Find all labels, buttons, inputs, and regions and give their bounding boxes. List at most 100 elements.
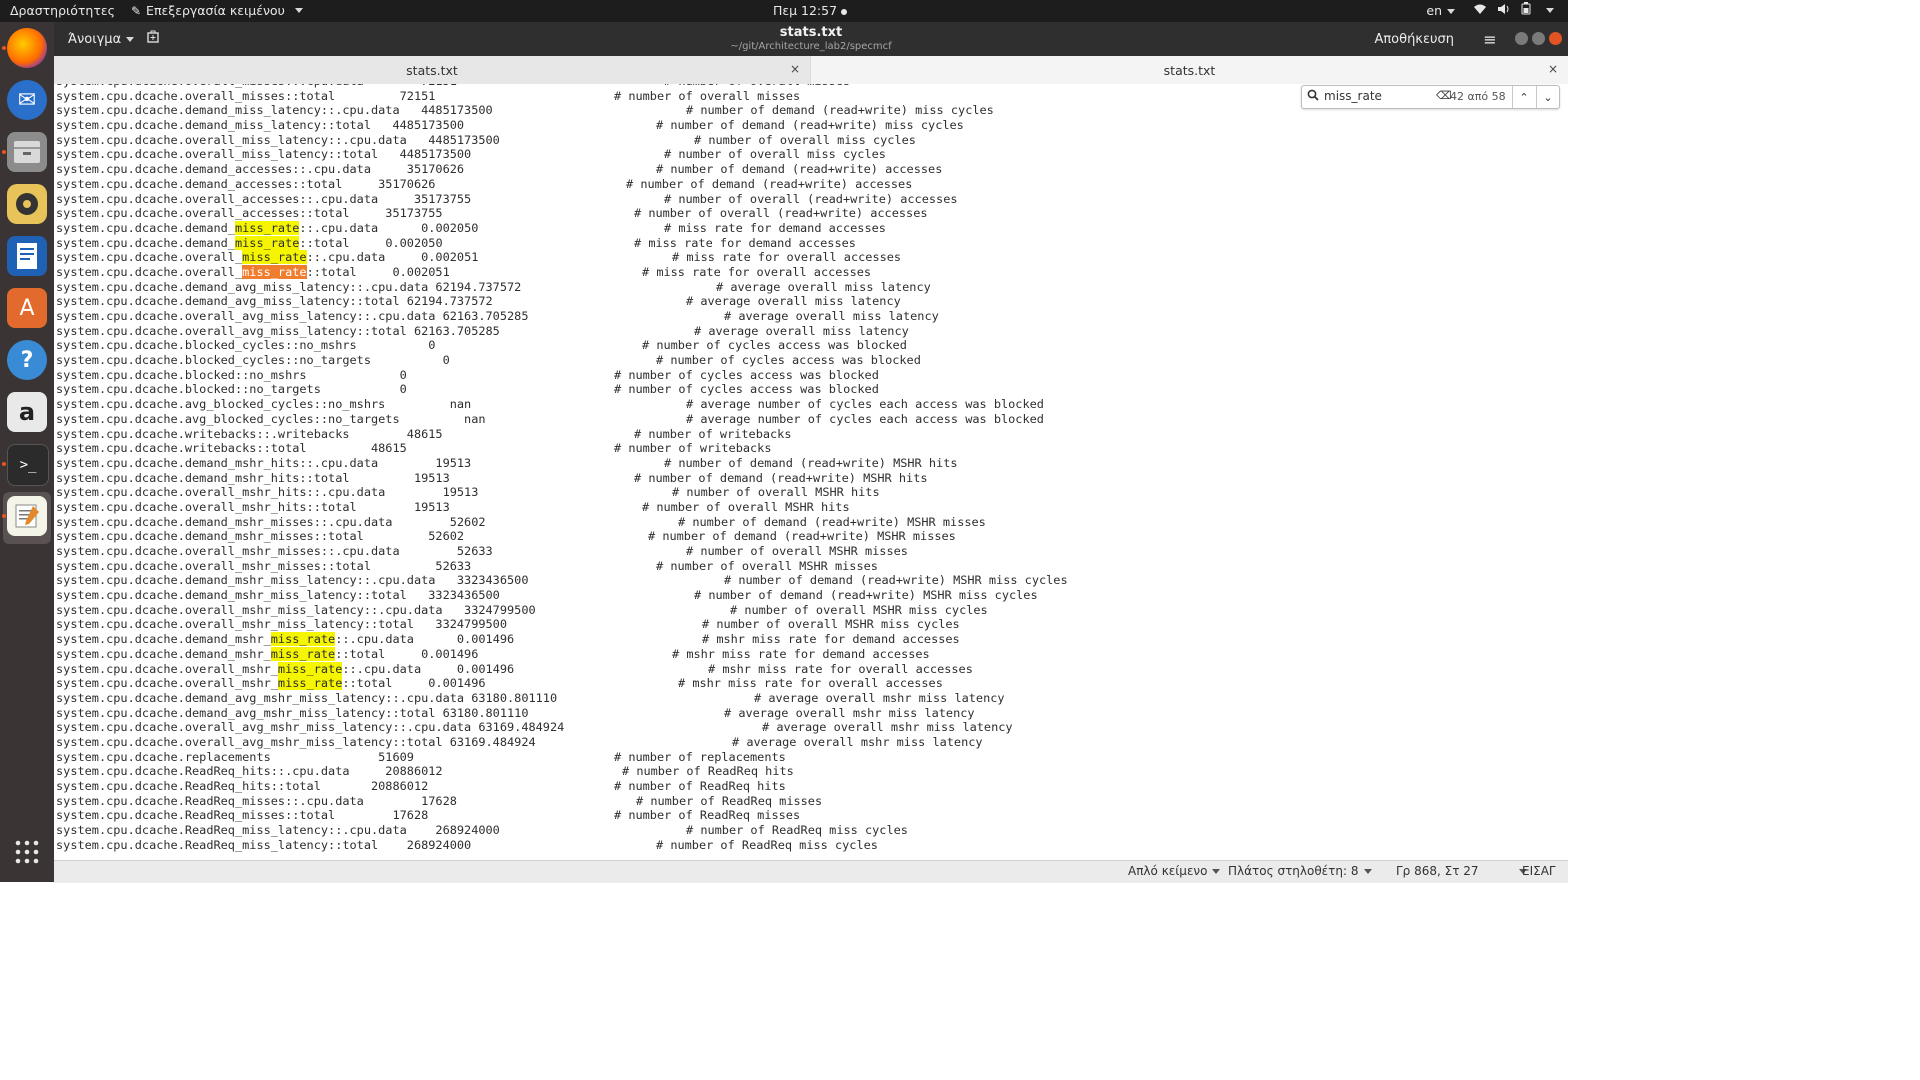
stat-entry: system.cpu.dcache.demand_mshr_miss_rate:… xyxy=(56,646,479,661)
stat-comment: # number of overall MSHR miss cycles xyxy=(730,602,988,617)
amazon-icon[interactable]: a xyxy=(7,392,47,432)
status-bar: Απλό κείμενο Πλάτος στηλοθέτη: 8 Γρ 868,… xyxy=(54,860,1568,883)
language-indicator[interactable]: en xyxy=(1426,3,1455,18)
stat-comment: # number of demand (read+write) MSHR hit… xyxy=(664,455,958,470)
stat-comment: # number of cycles access was blocked xyxy=(614,367,879,382)
search-match-highlight: miss_rate xyxy=(234,235,300,250)
stat-entry: system.cpu.dcache.overall_misses::total … xyxy=(56,88,436,103)
firefox-icon[interactable] xyxy=(7,28,47,68)
close-window-button[interactable] xyxy=(1549,32,1562,45)
stat-entry: system.cpu.dcache.demand_mshr_miss_rate:… xyxy=(56,632,515,647)
tab-stats-2[interactable]: stats.txt × xyxy=(811,56,1568,84)
top-bar: Δραστηριότητες ✎ Επεξεργασία κειμένου Πε… xyxy=(0,0,1568,22)
stat-comment: # number of cycles access was blocked xyxy=(614,382,879,397)
insert-mode-indicator: ΕΙΣΑΓ xyxy=(1522,864,1556,878)
cursor-position-selector[interactable]: Γρ 868, Στ 27 xyxy=(1396,864,1527,878)
search-match-highlight: miss_rate xyxy=(270,632,336,647)
stat-entry: system.cpu.dcache.demand_mshr_miss_laten… xyxy=(56,573,529,588)
stat-comment: # average overall miss latency xyxy=(694,323,909,338)
stat-entry: system.cpu.dcache.writebacks::.writeback… xyxy=(56,426,443,441)
help-icon[interactable]: ? xyxy=(7,340,47,380)
text-editor-dock-icon[interactable] xyxy=(7,496,47,536)
stat-comment: # number of writebacks xyxy=(614,441,772,456)
minimize-button[interactable] xyxy=(1515,32,1528,45)
stat-comment: # number of overall miss cycles xyxy=(664,147,886,162)
stat-comment: # mshr miss rate for demand accesses xyxy=(672,646,930,661)
insert-mode-label: ΕΙΣΑΓ xyxy=(1522,864,1556,878)
search-icon xyxy=(1307,89,1319,105)
rhythmbox-icon[interactable] xyxy=(7,184,47,224)
previous-match-button[interactable]: ⌃ xyxy=(1512,86,1535,108)
stat-comment: # number of cycles access was blocked xyxy=(642,338,907,353)
save-button[interactable]: Αποθήκευση xyxy=(1364,26,1464,52)
stat-comment: # number of writebacks xyxy=(634,426,792,441)
search-match-highlight: miss_rate xyxy=(277,661,343,676)
stat-comment: # number of overall MSHR hits xyxy=(672,485,880,500)
stat-entry: system.cpu.dcache.demand_accesses::.cpu.… xyxy=(56,162,465,177)
search-bar: miss_rate ⌫ 42 από 58 ⌃ ⌄ xyxy=(1301,85,1560,109)
terminal-icon[interactable]: >_ xyxy=(7,444,49,486)
stat-comment: # number of overall MSHR misses xyxy=(686,544,908,558)
language-label: en xyxy=(1426,2,1442,18)
stat-comment: # number of ReadReq hits xyxy=(622,764,794,779)
hamburger-icon: ≡ xyxy=(1483,29,1497,49)
dropdown-arrow-icon xyxy=(1447,8,1455,14)
document-path: ~/git/Architecture_lab2/specmcf xyxy=(730,41,892,52)
stat-comment: # number of replacements xyxy=(614,749,786,764)
stat-entry: system.cpu.dcache.overall_avg_mshr_miss_… xyxy=(56,720,565,735)
stat-entry: system.cpu.dcache.overall_avg_miss_laten… xyxy=(56,309,529,323)
stat-entry: system.cpu.dcache.demand_accesses::total… xyxy=(56,176,436,191)
search-input[interactable]: miss_rate xyxy=(1324,89,1382,103)
stat-entry: system.cpu.dcache.overall_miss_rate::tot… xyxy=(56,264,450,279)
save-button-label: Αποθήκευση xyxy=(1374,31,1454,47)
next-match-button[interactable]: ⌄ xyxy=(1536,86,1559,108)
show-applications-icon[interactable] xyxy=(7,832,47,872)
tab-label: stats.txt xyxy=(1163,62,1216,78)
stat-comment: # average overall miss latency xyxy=(716,279,931,294)
stat-entry: system.cpu.dcache.overall_accesses::tota… xyxy=(56,206,443,221)
writer-icon[interactable] xyxy=(7,236,47,276)
text-editor-area[interactable]: system.cpu.dcache.overall_misses::.cpu.d… xyxy=(54,84,1568,860)
stat-comment: # number of overall MSHR miss cycles xyxy=(702,617,960,632)
stat-comment: # average overall miss latency xyxy=(724,309,939,323)
stat-comment: # average number of cycles each access w… xyxy=(686,397,1044,412)
system-menu[interactable] xyxy=(1473,2,1554,18)
software-center-icon[interactable]: A xyxy=(7,288,47,328)
stat-entry: system.cpu.dcache.blocked::no_targets 0 xyxy=(56,382,407,397)
stat-entry: system.cpu.dcache.overall_mshr_hits::tot… xyxy=(56,499,450,514)
maximize-button[interactable] xyxy=(1532,32,1545,45)
stat-comment: # mshr miss rate for demand accesses xyxy=(702,632,960,647)
language-mode-selector[interactable]: Απλό κείμενο xyxy=(1128,864,1221,878)
stat-comment: # mshr miss rate for overall accesses xyxy=(708,661,973,676)
stat-entry: system.cpu.dcache.overall_avg_miss_laten… xyxy=(56,323,500,338)
stat-entry: system.cpu.dcache.blocked_cycles::no_tar… xyxy=(56,353,450,368)
stat-entry: system.cpu.dcache.overall_mshr_misses::t… xyxy=(56,558,472,573)
close-tab-icon[interactable]: × xyxy=(1548,62,1558,76)
stat-entry: system.cpu.dcache.avg_blocked_cycles::no… xyxy=(56,411,486,426)
stat-comment: # average overall mshr miss latency xyxy=(732,734,983,749)
stat-entry: system.cpu.dcache.demand_miss_latency::.… xyxy=(56,103,493,118)
stat-entry: system.cpu.dcache.demand_mshr_misses::.c… xyxy=(56,514,486,529)
clock[interactable]: Πεμ 12:57 xyxy=(0,3,1620,18)
stat-comment: # number of ReadReq misses xyxy=(614,808,801,823)
files-icon[interactable] xyxy=(7,132,47,172)
thunderbird-icon[interactable]: ✉ xyxy=(7,80,47,120)
stat-comment: # miss rate for overall accesses xyxy=(642,264,872,279)
stat-comment: # number of overall MSHR misses xyxy=(656,558,878,573)
notification-dot-icon xyxy=(841,8,848,15)
stat-comment: # average overall mshr miss latency xyxy=(724,705,975,720)
search-match-highlight: miss_rate xyxy=(234,220,300,235)
close-tab-icon[interactable]: × xyxy=(790,62,800,76)
stat-entry: system.cpu.dcache.demand_miss_rate::.cpu… xyxy=(56,220,479,235)
stat-entry: system.cpu.dcache.overall_mshr_hits::.cp… xyxy=(56,485,479,500)
stat-comment: # number of cycles access was blocked xyxy=(656,353,921,368)
stat-entry: system.cpu.dcache.ReadReq_miss_latency::… xyxy=(56,837,472,852)
stat-comment: # number of overall (read+write) accesse… xyxy=(664,191,958,206)
tab-width-selector[interactable]: Πλάτος στηλοθέτη: 8 xyxy=(1228,864,1372,878)
stat-comment: # miss rate for demand accesses xyxy=(634,235,856,250)
dropdown-arrow-icon xyxy=(1363,868,1372,874)
stat-entry: system.cpu.dcache.overall_mshr_miss_rate… xyxy=(56,676,486,691)
stat-comment: # number of demand (read+write) miss cyc… xyxy=(686,103,994,118)
hamburger-menu-button[interactable]: ≡ xyxy=(1476,26,1504,52)
tab-stats-1[interactable]: stats.txt × xyxy=(54,56,810,84)
